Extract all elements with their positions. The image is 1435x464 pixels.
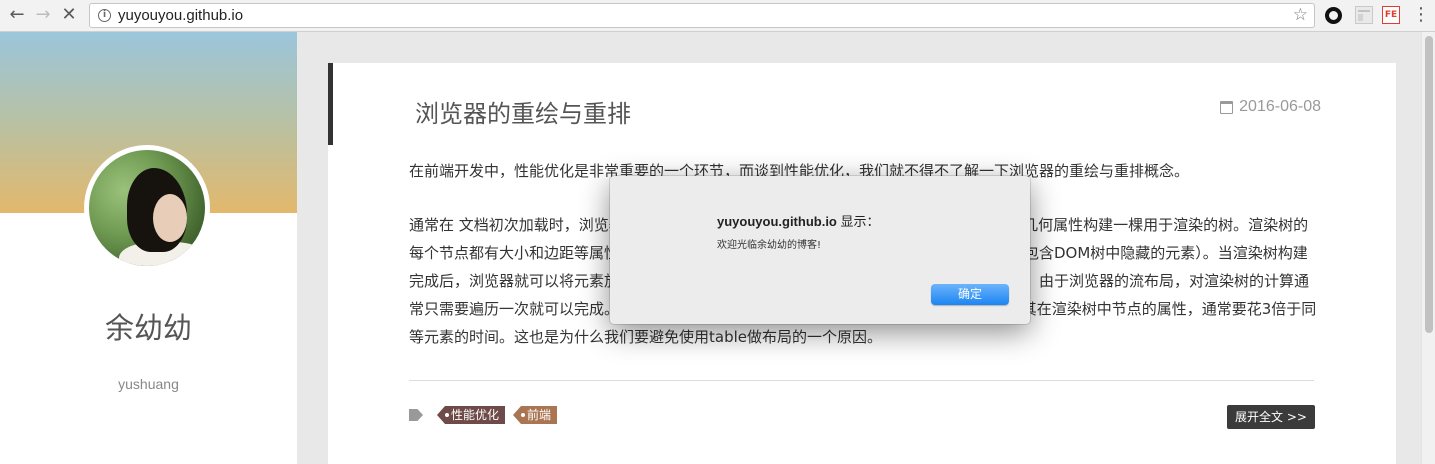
url-text: yuyouyou.github.io — [118, 7, 244, 24]
sidebar: 余幼幼 yushuang — [0, 32, 297, 464]
address-bar[interactable]: i yuyouyou.github.io ☆ — [89, 3, 1315, 28]
tag-list: 性能优化 前端 — [409, 406, 558, 424]
avatar[interactable] — [84, 145, 210, 271]
divider — [409, 380, 1314, 381]
scrollbar-thumb[interactable] — [1425, 36, 1433, 333]
alert-dialog: yuyouyou.github.io 显示： 欢迎光临余幼幼的博客! 确定 — [610, 176, 1030, 324]
dialog-origin: yuyouyou.github.io — [717, 214, 837, 229]
bookmark-star-icon[interactable]: ☆ — [1293, 5, 1308, 25]
close-icon: ✕ — [61, 4, 77, 25]
post-title[interactable]: 浏览器的重绘与重排 — [415, 94, 631, 129]
extension-circle-icon[interactable] — [1325, 7, 1342, 24]
forward-button[interactable]: → — [32, 4, 54, 26]
post-date: 2016-06-08 — [1220, 98, 1321, 116]
dialog-title: yuyouyou.github.io 显示： — [717, 211, 880, 230]
extension-fe-icon[interactable]: FE — [1382, 6, 1400, 24]
calendar-icon — [1220, 100, 1234, 114]
dialog-title-suffix: 显示： — [836, 214, 880, 229]
back-arrow-icon: ← — [9, 4, 25, 25]
title-accent-bar — [328, 63, 333, 145]
author-username: yushuang — [118, 376, 179, 392]
tag-badge[interactable]: 性能优化 — [437, 406, 506, 424]
extension-panel-icon[interactable] — [1355, 6, 1373, 24]
author-name[interactable]: 余幼幼 — [0, 305, 297, 347]
dialog-message: 欢迎光临余幼幼的博客! — [717, 240, 822, 251]
tag-badge[interactable]: 前端 — [513, 406, 558, 424]
info-icon[interactable]: i — [98, 9, 111, 22]
stop-loading-button[interactable]: ✕ — [58, 4, 80, 26]
back-button[interactable]: ← — [6, 4, 28, 26]
post-date-text: 2016-06-08 — [1239, 98, 1321, 115]
confirm-button[interactable]: 确定 — [931, 284, 1009, 305]
tag-icon — [409, 409, 423, 421]
browser-menu-icon[interactable]: ⋮ — [1412, 4, 1430, 26]
forward-arrow-icon: → — [35, 4, 51, 25]
read-more-button[interactable]: 展开全文 >> — [1227, 405, 1315, 429]
browser-toolbar: ← → ✕ i yuyouyou.github.io ☆ FE ⋮ — [0, 0, 1435, 32]
